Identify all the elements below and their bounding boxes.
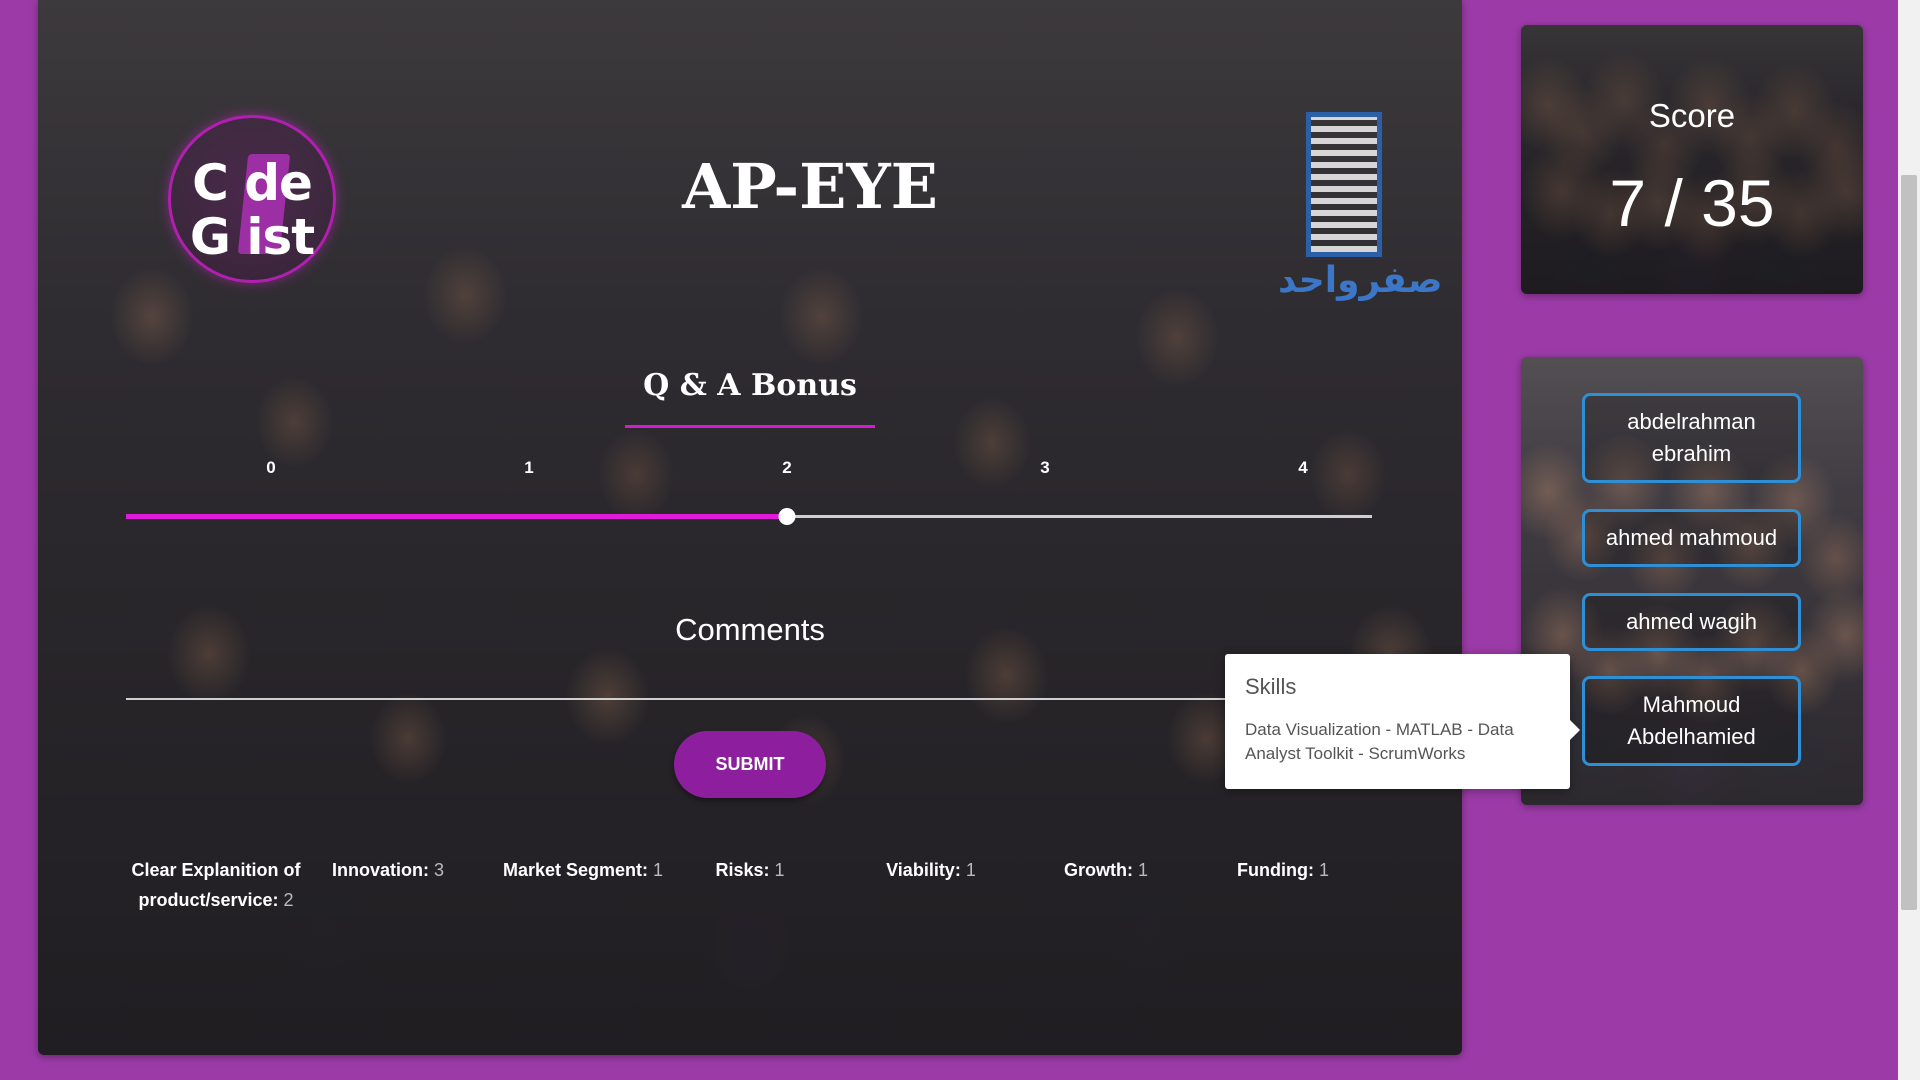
slider-tick-label: 2 — [782, 458, 792, 477]
slider-fill — [126, 514, 787, 519]
criteria-label: Growth: — [1063, 860, 1133, 880]
score-card: Score 7 / 35 — [1521, 25, 1863, 294]
tooltip-body: Data Visualization - MATLAB - Data Analy… — [1245, 720, 1514, 763]
criteria-value: 1 — [1138, 860, 1149, 880]
qa-bonus-underline — [625, 425, 875, 428]
criteria-label: Risks: — [715, 860, 770, 880]
criteria-label: Market Segment: — [502, 860, 648, 880]
page-scrollbar[interactable] — [1898, 0, 1920, 1080]
team-member-button[interactable]: ahmed wagih — [1582, 593, 1801, 651]
criteria-item: Market Segment: 1 — [493, 855, 673, 885]
slider-tick-label: 3 — [1040, 458, 1050, 477]
criteria-item: Growth: 1 — [1061, 855, 1151, 885]
criteria-item: Funding: 1 — [1233, 855, 1333, 885]
qa-bonus-slider[interactable] — [126, 508, 1372, 525]
criteria-item: Viability: 1 — [881, 855, 981, 885]
criteria-value: 1 — [965, 860, 976, 880]
slider-tick-label: 0 — [266, 458, 276, 477]
criteria-value: 3 — [434, 860, 445, 880]
criteria-value: 1 — [653, 860, 664, 880]
criteria-label: Viability: — [886, 860, 961, 880]
criteria-item: Risks: 1 — [710, 855, 790, 885]
team-member-button[interactable]: abdelrahman ebrahim — [1582, 393, 1801, 483]
sefr-wahed-logo: صفرواحد — [1238, 112, 1443, 301]
criteria-label: Innovation: — [331, 860, 429, 880]
sefr-wahed-logo-mark — [1306, 112, 1382, 257]
criteria-value: 1 — [1318, 860, 1329, 880]
criteria-value: 2 — [283, 890, 294, 910]
criteria-label: Clear Explanition of product/service: — [131, 860, 301, 910]
tooltip-title: Skills — [1245, 674, 1297, 699]
criteria-label: Funding: — [1237, 860, 1314, 880]
main-panel: C de G ist AP-EYE صفرواحد Q & A Bonus 01… — [38, 0, 1462, 1055]
criteria-value: 1 — [774, 860, 785, 880]
sefr-wahed-logo-text: صفرواحد — [1278, 260, 1443, 301]
slider-tick-label: 1 — [524, 458, 534, 477]
team-member-button[interactable]: Mahmoud Abdelhamied — [1582, 676, 1801, 766]
comments-input[interactable] — [126, 640, 1316, 700]
criteria-item: Clear Explanition of product/service: 2 — [116, 855, 316, 915]
slider-thumb[interactable] — [778, 508, 796, 525]
slider-tick-label: 4 — [1298, 458, 1308, 477]
team-member-button[interactable]: ahmed mahmoud — [1582, 509, 1801, 567]
submit-button[interactable]: SUBMIT — [674, 731, 826, 798]
criteria-item: Innovation: 3 — [328, 855, 448, 885]
qa-bonus-title: Q & A Bonus — [643, 368, 857, 403]
scrollbar-thumb[interactable] — [1901, 175, 1917, 910]
skills-tooltip: Skills Data Visualization - MATLAB - Dat… — [1225, 654, 1580, 789]
score-label: Score — [1648, 97, 1736, 134]
score-value: 7 / 35 — [1609, 166, 1775, 240]
